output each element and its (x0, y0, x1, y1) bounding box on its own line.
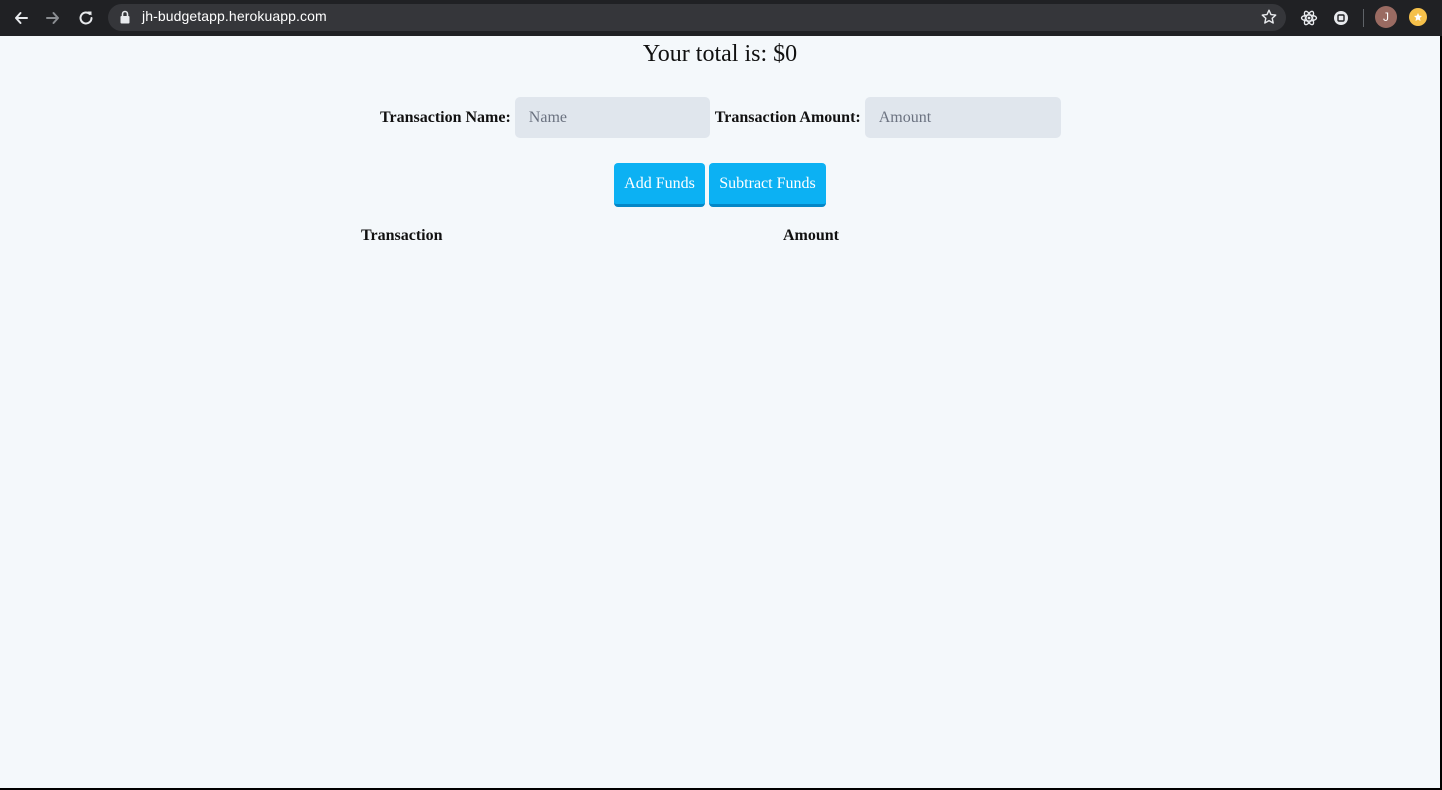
total-heading: Your total is: $0 (642, 41, 798, 67)
transaction-amount-label: Transaction Amount: (714, 108, 861, 126)
fund-buttons: Add Funds Subtract Funds (614, 163, 826, 207)
page-viewport: Your total is: $0 Transaction Name: Tran… (0, 36, 1440, 788)
column-header-transaction: Transaction (361, 227, 443, 244)
transaction-name-input[interactable] (514, 97, 710, 138)
transaction-form: Transaction Name: Transaction Amount: (380, 97, 1061, 138)
extension-icon[interactable] (1331, 8, 1351, 28)
lock-icon (120, 10, 130, 29)
url-text[interactable]: jh-budgetapp.herokuapp.com (142, 8, 327, 24)
star-icon[interactable] (1260, 8, 1278, 31)
address-bar[interactable]: jh-budgetapp.herokuapp.com (108, 4, 1286, 31)
back-arrow-icon[interactable] (9, 6, 33, 30)
reload-icon[interactable] (74, 6, 98, 30)
column-header-amount: Amount (783, 227, 840, 244)
transaction-name-label: Transaction Name: (380, 108, 511, 126)
subtract-funds-button[interactable]: Subtract Funds (709, 163, 826, 207)
add-funds-button[interactable]: Add Funds (614, 163, 705, 207)
forward-arrow-icon[interactable] (41, 6, 65, 30)
toolbar-divider (1363, 9, 1364, 27)
profile-avatar[interactable]: J (1375, 6, 1397, 28)
transaction-amount-input[interactable] (864, 97, 1061, 138)
update-icon[interactable] (1409, 8, 1427, 26)
browser-toolbar: jh-budgetapp.herokuapp.com J (0, 0, 1442, 36)
react-devtools-icon[interactable] (1299, 8, 1319, 28)
